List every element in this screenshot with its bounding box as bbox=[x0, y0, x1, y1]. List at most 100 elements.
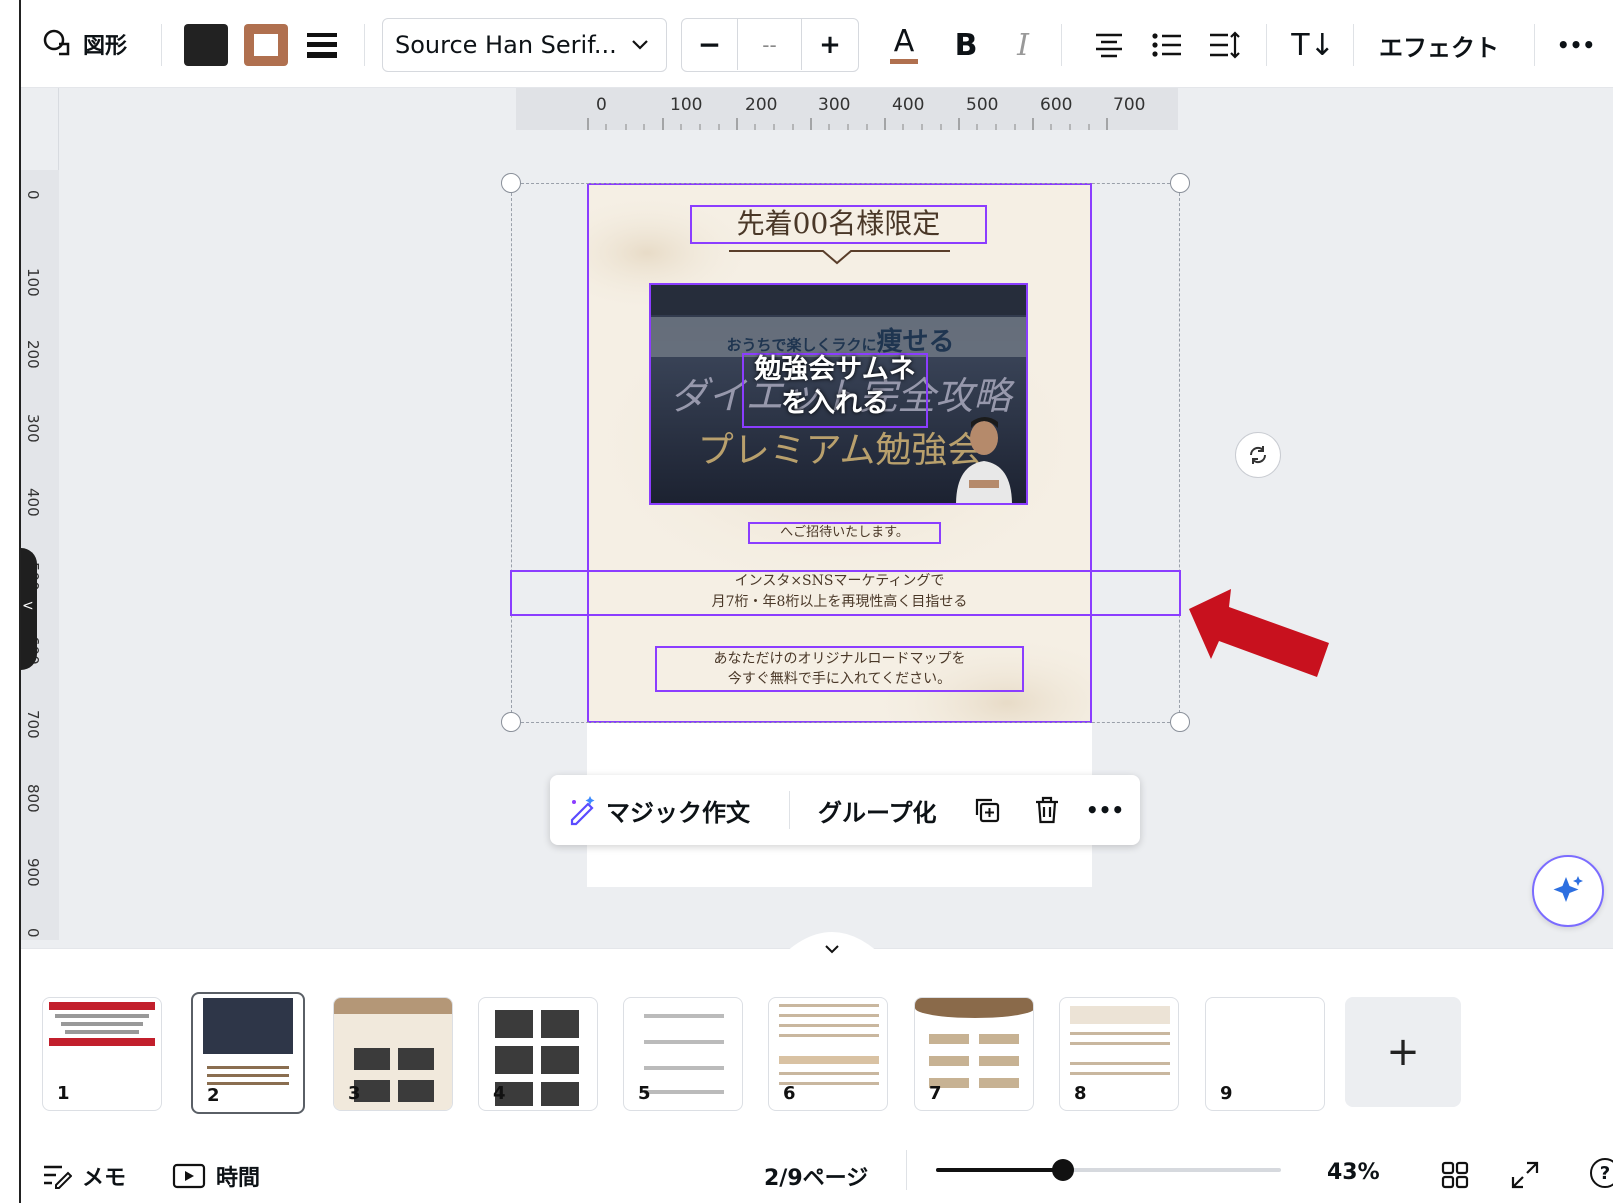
zoom-level[interactable]: 43% bbox=[1327, 1160, 1380, 1185]
trash-icon bbox=[1036, 796, 1058, 824]
list-icon bbox=[1152, 33, 1181, 57]
page-thumbnail-1[interactable]: 1 bbox=[42, 997, 162, 1111]
ruler-label: 800 bbox=[24, 784, 42, 813]
duplicate-icon bbox=[975, 798, 1000, 823]
ruler-label: 500 bbox=[966, 95, 999, 115]
fill-color-button[interactable] bbox=[184, 24, 228, 66]
group-button[interactable]: グループ化 bbox=[818, 791, 937, 829]
border-style-button[interactable] bbox=[304, 26, 340, 64]
thumb-content bbox=[49, 1002, 155, 1010]
spacing-icon bbox=[1210, 31, 1240, 59]
align-center-icon bbox=[1096, 33, 1122, 58]
line-spacing-button[interactable] bbox=[1205, 26, 1245, 64]
play-icon bbox=[172, 1163, 206, 1189]
ruler-label: 0 bbox=[24, 190, 42, 200]
thumb-content bbox=[644, 1014, 724, 1018]
page-thumbnail-8[interactable]: 8 bbox=[1059, 997, 1179, 1111]
sparkle-icon bbox=[1553, 876, 1583, 902]
ruler-label: 700 bbox=[24, 710, 42, 739]
timer-label: 時間 bbox=[216, 1166, 261, 1191]
decrease-font-size-button[interactable]: − bbox=[682, 19, 738, 70]
thumb-content bbox=[779, 1004, 879, 1007]
zoom-slider-thumb[interactable] bbox=[1052, 1159, 1074, 1181]
divider bbox=[1353, 24, 1354, 66]
divider bbox=[906, 1150, 907, 1190]
page-number: 8 bbox=[1074, 1083, 1087, 1104]
page-number: 6 bbox=[783, 1083, 796, 1104]
more-options-button[interactable]: ••• bbox=[1551, 26, 1601, 64]
resize-handle-bottom-right[interactable] bbox=[1170, 712, 1190, 732]
rotate-handle[interactable] bbox=[1235, 432, 1281, 478]
page-number: 4 bbox=[493, 1083, 506, 1104]
shape-menu-button[interactable]: 図形 bbox=[41, 26, 127, 62]
magic-write-button[interactable]: マジック作文 bbox=[566, 791, 750, 829]
collapse-pages-tab[interactable] bbox=[772, 930, 892, 966]
page-thumbnail-3[interactable]: 3 bbox=[333, 997, 453, 1111]
bullet-list-button[interactable] bbox=[1147, 26, 1187, 64]
divider bbox=[1266, 24, 1267, 66]
page-thumbnail-2-current[interactable]: 2 bbox=[191, 992, 305, 1114]
ruler-label: 100 bbox=[670, 95, 703, 115]
font-family-value: Source Han Serif... bbox=[395, 31, 617, 59]
effects-button[interactable]: エフェクト bbox=[1379, 26, 1499, 64]
notes-button[interactable]: メモ bbox=[42, 1160, 126, 1192]
divider bbox=[789, 791, 790, 829]
page-thumbnail-5[interactable]: 5 bbox=[623, 997, 743, 1111]
font-family-select[interactable]: Source Han Serif... bbox=[382, 18, 667, 72]
page-indicator[interactable]: 2/9ページ bbox=[764, 1160, 868, 1192]
text-color-button[interactable]: A bbox=[887, 22, 921, 68]
resize-handle-top-right[interactable] bbox=[1170, 173, 1190, 193]
page-thumbnail-4[interactable]: 4 bbox=[478, 997, 598, 1111]
resize-handle-top-left[interactable] bbox=[501, 173, 521, 193]
ruler-label: 700 bbox=[1113, 95, 1146, 115]
bold-button[interactable]: B bbox=[949, 26, 983, 64]
ruler-label: 300 bbox=[818, 95, 851, 115]
side-panel-collapse-tab[interactable]: < bbox=[21, 548, 37, 670]
ruler-label: 0 bbox=[24, 928, 42, 938]
italic-button[interactable]: I bbox=[1006, 26, 1040, 64]
duplicate-button[interactable] bbox=[970, 793, 1004, 827]
help-button[interactable]: ? bbox=[1590, 1158, 1613, 1188]
more-actions-button[interactable]: ••• bbox=[1085, 791, 1125, 829]
delete-button[interactable] bbox=[1030, 793, 1064, 827]
ruler-label: 400 bbox=[24, 488, 42, 517]
thumb-content bbox=[495, 1010, 533, 1038]
ruler-label: 300 bbox=[24, 414, 42, 443]
magic-assistant-button[interactable] bbox=[1532, 855, 1604, 927]
page-number: 3 bbox=[348, 1083, 361, 1104]
page-thumbnail-6[interactable]: 6 bbox=[768, 997, 888, 1111]
resize-handle-bottom-left[interactable] bbox=[501, 712, 521, 732]
rotate-icon bbox=[1249, 446, 1267, 464]
fullscreen-button[interactable] bbox=[1510, 1160, 1540, 1190]
expand-icon bbox=[1511, 1161, 1539, 1189]
page-thumbnail-9[interactable]: 9 bbox=[1205, 997, 1325, 1111]
divider bbox=[1534, 24, 1535, 66]
ruler-label: 200 bbox=[24, 340, 42, 369]
divider bbox=[364, 24, 365, 66]
text-color-icon: A bbox=[893, 23, 915, 59]
page-number: 2 bbox=[207, 1085, 220, 1106]
zoom-slider-track[interactable] bbox=[936, 1159, 1281, 1181]
ruler-label: 100 bbox=[24, 268, 42, 297]
timer-button[interactable]: 時間 bbox=[172, 1160, 260, 1192]
align-center-button[interactable] bbox=[1089, 26, 1129, 64]
page-thumbnail-7[interactable]: 7 bbox=[914, 997, 1034, 1111]
thumb-content bbox=[915, 998, 1033, 1018]
increase-font-size-button[interactable]: + bbox=[802, 19, 858, 70]
ruler-label: 900 bbox=[24, 858, 42, 887]
ruler-label: 600 bbox=[1040, 95, 1073, 115]
divider bbox=[1061, 24, 1062, 66]
page-number: 9 bbox=[1220, 1083, 1233, 1104]
add-page-button[interactable]: + bbox=[1345, 997, 1461, 1107]
text-color-swatch bbox=[890, 58, 918, 64]
font-size-input[interactable]: -- bbox=[738, 19, 802, 70]
border-color-button[interactable] bbox=[244, 24, 288, 66]
selected-text-box[interactable] bbox=[510, 570, 1181, 616]
magic-pen-icon bbox=[570, 796, 595, 826]
magic-write-label: マジック作文 bbox=[606, 798, 750, 827]
text-direction-button[interactable]: T↓ bbox=[1289, 24, 1337, 66]
grid-view-button[interactable] bbox=[1440, 1160, 1470, 1190]
notes-label: メモ bbox=[82, 1166, 127, 1191]
grid-icon bbox=[1441, 1161, 1469, 1189]
ruler-ticks bbox=[587, 118, 1108, 130]
